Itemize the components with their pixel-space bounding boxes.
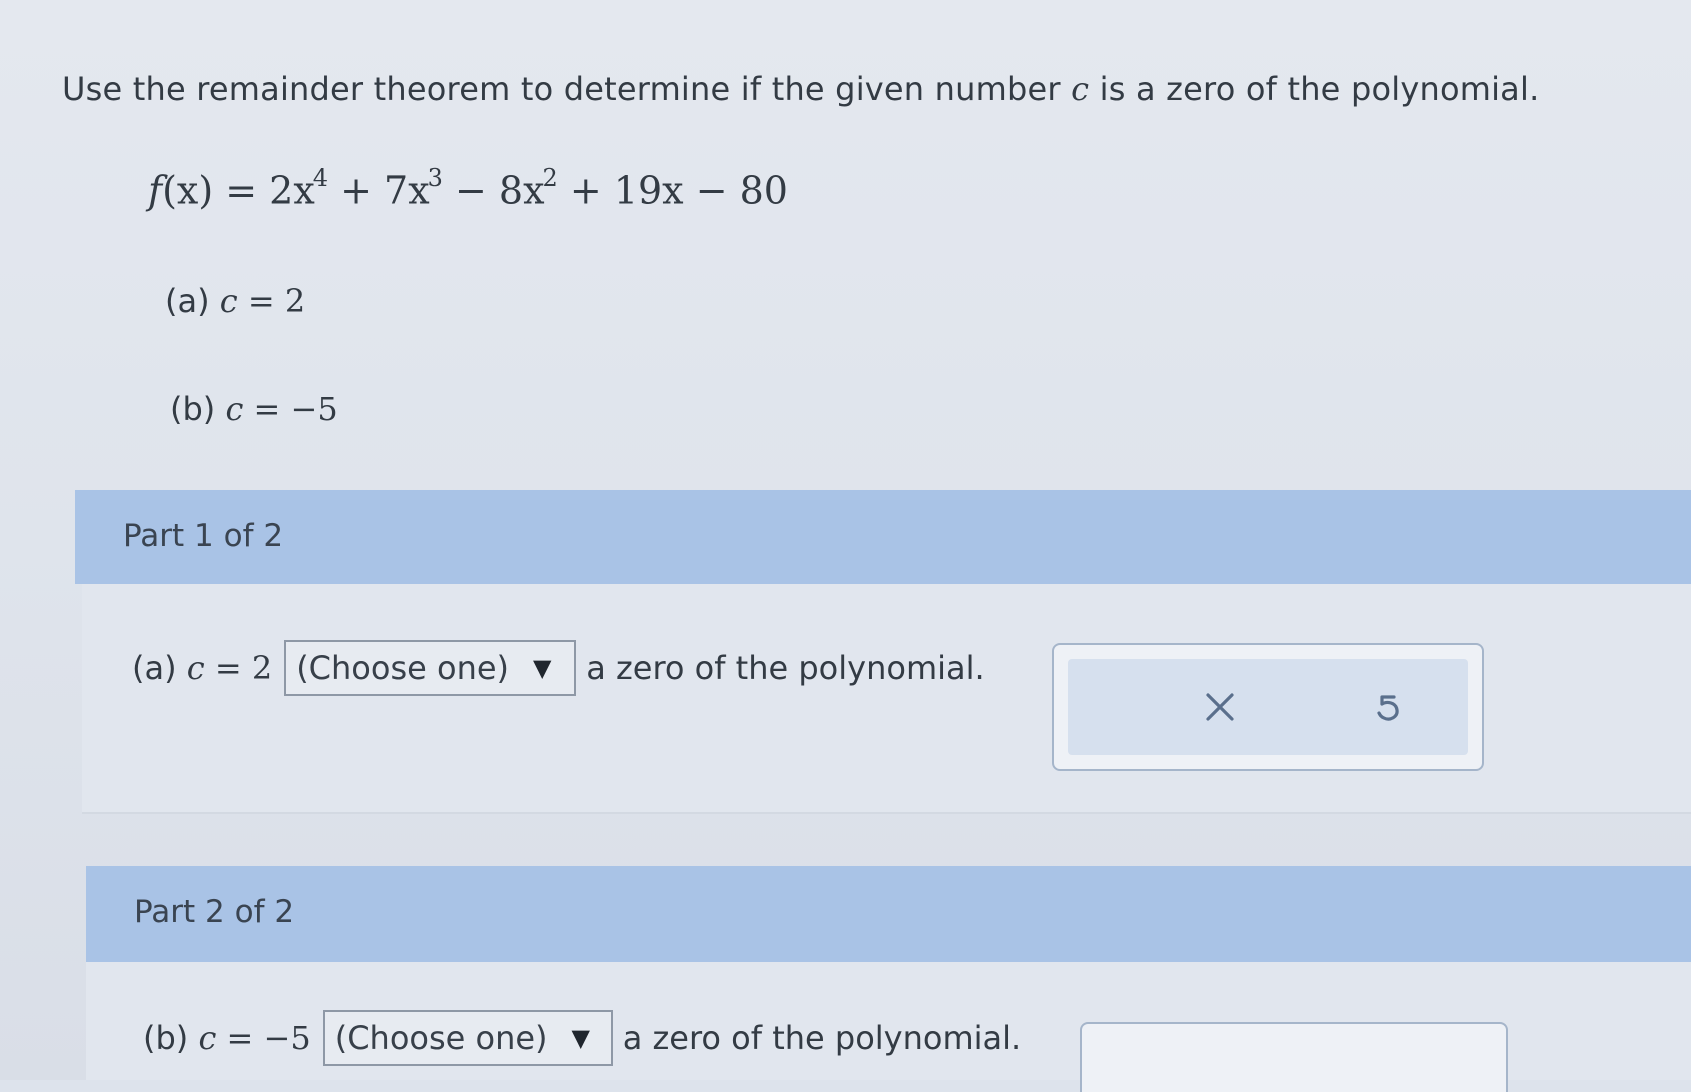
part-2-label: (b) c = −5	[143, 1019, 311, 1057]
chevron-down-icon: ▼	[533, 654, 552, 682]
prompt-variable: c	[1071, 70, 1090, 108]
part-1-value: 2	[251, 649, 273, 687]
polynomial-equation: f(x) = 2x4 + 7x3 − 8x2 + 19x − 80	[148, 164, 788, 213]
part-1-action-inner	[1068, 659, 1468, 755]
item-a-equals: =	[237, 282, 285, 320]
item-b-variable: c	[225, 390, 244, 428]
part-1-dropdown-value: (Choose one)	[296, 649, 510, 687]
part-1-answer-row: (a) c = 2 (Choose one) ▼ a zero of the p…	[132, 640, 985, 696]
exponent-3: 2	[542, 164, 558, 192]
part-1-header: Part 1 of 2	[75, 490, 1691, 584]
item-b-value: −5	[290, 390, 338, 428]
part-1-title: Part 1 of 2	[123, 518, 284, 554]
part-2-suffix: a zero of the polynomial.	[622, 1019, 1022, 1057]
item-a-label: (a)	[165, 282, 220, 320]
exponent-2: 3	[427, 164, 443, 192]
part-2-header: Part 2 of 2	[86, 866, 1691, 962]
function-name: f	[148, 168, 163, 213]
part-2-answer-row: (b) c = −5 (Choose one) ▼ a zero of the …	[143, 1010, 1021, 1066]
part-1-equals: =	[204, 649, 252, 687]
equation-term-3: − 8x	[442, 168, 545, 213]
part-1-label-prefix: (a)	[132, 649, 187, 687]
item-a-variable: c	[219, 282, 238, 320]
prompt-text-before: Use the remainder theorem to determine i…	[62, 70, 1072, 108]
part-1-variable: c	[186, 649, 205, 687]
item-b-equals: =	[243, 390, 291, 428]
clear-button[interactable]	[1192, 679, 1248, 735]
x-icon	[1206, 693, 1234, 721]
undo-button[interactable]	[1360, 679, 1416, 735]
part-1-choose-dropdown[interactable]: (Choose one) ▼	[284, 640, 577, 696]
equation-term-2: + 7x	[328, 168, 430, 213]
item-b-label: (b)	[170, 390, 226, 428]
part-1-suffix: a zero of the polynomial.	[586, 649, 985, 687]
page: Use the remainder theorem to determine i…	[0, 0, 1691, 1092]
undo-icon	[1377, 695, 1399, 721]
part-2-action-box	[1080, 1022, 1508, 1092]
given-item-b: (b) c = −5	[170, 390, 338, 428]
part-2-variable: c	[198, 1019, 217, 1057]
part-2-label-prefix: (b)	[143, 1019, 199, 1057]
item-a-value: 2	[284, 282, 306, 320]
question-prompt: Use the remainder theorem to determine i…	[62, 70, 1539, 108]
part-2-title: Part 2 of 2	[134, 894, 295, 930]
chevron-down-icon: ▼	[571, 1024, 590, 1052]
prompt-text-after: is a zero of the polynomial.	[1089, 70, 1540, 108]
part-1-action-box	[1052, 643, 1484, 771]
part-1-label: (a) c = 2	[132, 649, 272, 687]
part-2-value: −5	[263, 1019, 311, 1057]
part-2-choose-dropdown[interactable]: (Choose one) ▼	[322, 1010, 613, 1066]
given-item-a: (a) c = 2	[165, 282, 305, 320]
part-2-dropdown-value: (Choose one)	[334, 1019, 548, 1057]
equation-term-1: (x) = 2x	[162, 168, 315, 213]
equation-term-4: + 19x − 80	[557, 168, 788, 213]
part-2-equals: =	[216, 1019, 264, 1057]
exponent-1: 4	[312, 164, 329, 192]
